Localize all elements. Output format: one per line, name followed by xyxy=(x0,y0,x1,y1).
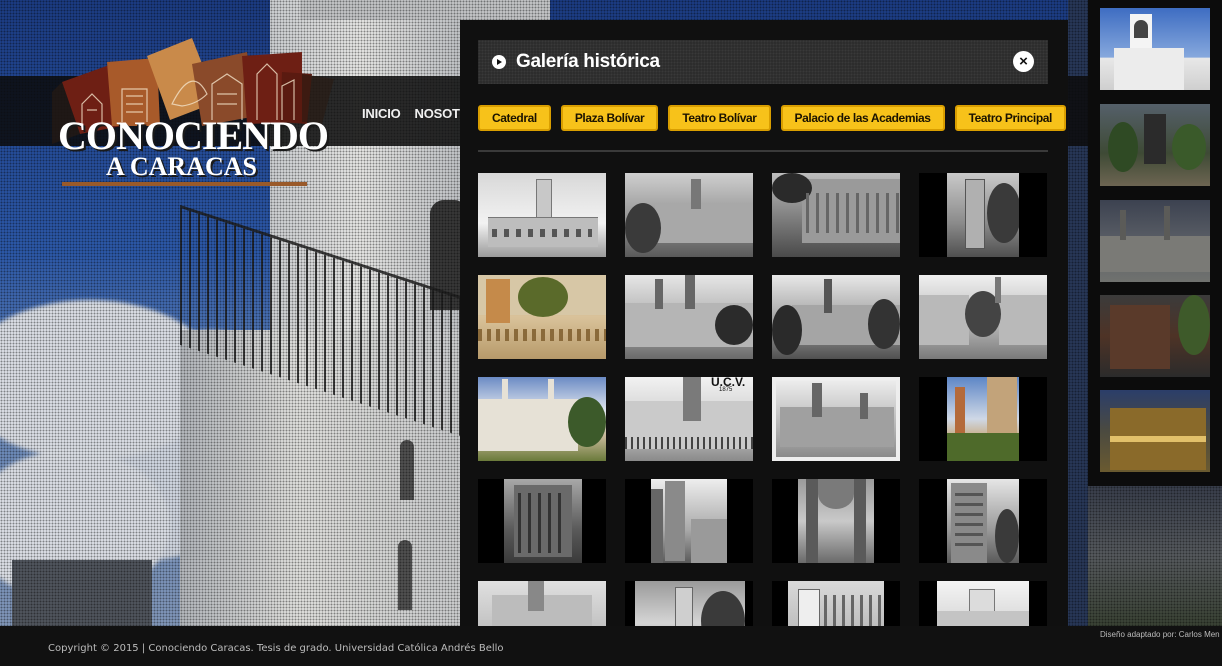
gallery-photo[interactable] xyxy=(478,173,606,257)
gallery-photo[interactable]: U.C.V. 1875 xyxy=(625,377,753,461)
gallery-photo[interactable] xyxy=(772,377,900,461)
nav-item-inicio[interactable]: INICIO xyxy=(362,106,401,121)
gallery-title: Galería histórica xyxy=(516,51,660,72)
strip-thumb-principal[interactable] xyxy=(1100,390,1210,472)
gallery-photo[interactable] xyxy=(919,173,1047,257)
strip-thumb-palacio[interactable] xyxy=(1100,200,1210,282)
tab-catedral[interactable]: Catedral xyxy=(478,105,551,131)
tab-plaza-bolivar[interactable]: Plaza Bolívar xyxy=(560,105,659,131)
arrow-circle-icon xyxy=(492,55,506,69)
photo-caption-year: 1875 xyxy=(719,387,733,393)
gallery-photo[interactable] xyxy=(772,275,900,359)
gallery-photo[interactable] xyxy=(478,275,606,359)
gallery-photo[interactable] xyxy=(772,479,900,563)
tab-teatro-principal[interactable]: Teatro Principal xyxy=(954,105,1066,131)
strip-thumb-teatro[interactable] xyxy=(1100,295,1210,377)
gallery-photo[interactable] xyxy=(772,581,900,630)
divider xyxy=(478,150,1048,152)
gallery-photo[interactable] xyxy=(919,581,1047,630)
thumbnail-strip xyxy=(1088,0,1222,486)
gallery-photo[interactable] xyxy=(478,377,606,461)
gallery-photo[interactable] xyxy=(919,275,1047,359)
gallery-photo[interactable] xyxy=(772,173,900,257)
gallery-photo[interactable] xyxy=(625,275,753,359)
gallery-photo[interactable] xyxy=(478,479,606,563)
gallery-photo[interactable] xyxy=(919,479,1047,563)
gallery-photo[interactable] xyxy=(919,377,1047,461)
design-credit-text: Diseño adaptado por: Carlos Men xyxy=(1100,630,1220,639)
gallery-modal: Galería histórica × Catedral Plaza Bolív… xyxy=(460,20,1068,630)
logo-subtitle: A CARACAS xyxy=(106,152,257,181)
tab-palacio-academias[interactable]: Palacio de las Academias xyxy=(780,105,945,131)
gallery-photo[interactable] xyxy=(478,581,606,630)
close-icon[interactable]: × xyxy=(1013,51,1034,72)
gallery-photo[interactable] xyxy=(625,173,753,257)
gallery-photo[interactable] xyxy=(625,581,753,630)
gallery-tabs: Catedral Plaza Bolívar Teatro Bolívar Pa… xyxy=(478,105,1066,131)
strip-thumb-cathedral[interactable] xyxy=(1100,8,1210,90)
tab-teatro-bolivar[interactable]: Teatro Bolívar xyxy=(668,105,771,131)
site-logo[interactable]: CONOCIENDO A CARACAS xyxy=(52,34,342,194)
gallery-header: Galería histórica × xyxy=(478,40,1048,84)
gallery-photo[interactable] xyxy=(625,479,753,563)
copyright-text: Copyright © 2015 | Conociendo Caracas. T… xyxy=(48,643,504,654)
footer: Copyright © 2015 | Conociendo Caracas. T… xyxy=(0,626,1222,666)
strip-thumb-plaza[interactable] xyxy=(1100,104,1210,186)
